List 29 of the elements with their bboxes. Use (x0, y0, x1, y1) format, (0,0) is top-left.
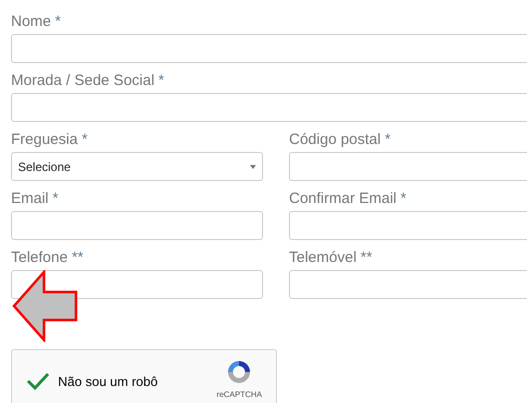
required-mark: * (52, 190, 58, 207)
input-field[interactable] (289, 270, 527, 299)
field-label: Código postal (289, 131, 381, 148)
field-label: Telefone (11, 249, 68, 266)
field-label: Confirmar Email (289, 190, 397, 207)
required-mark: ** (72, 249, 84, 266)
checkbox-label: Não sou um robô (58, 374, 158, 388)
required-mark: ** (360, 249, 372, 266)
input-field[interactable] (11, 211, 263, 240)
required-mark: * (82, 131, 88, 148)
required-mark: * (400, 190, 406, 207)
input-field[interactable] (11, 270, 263, 299)
input-field[interactable] (289, 152, 527, 181)
brand-label: reCAPTCHA (216, 390, 262, 399)
required-mark: * (158, 72, 164, 89)
field-label: Nome (11, 13, 52, 30)
input-field[interactable] (289, 211, 527, 240)
field-label: Email (11, 190, 49, 207)
required-mark: * (384, 131, 391, 148)
field-label: Freguesia (11, 131, 78, 148)
select-field[interactable]: Selecione (11, 152, 263, 181)
checkmark-icon[interactable] (26, 372, 50, 390)
required-mark: * (55, 13, 61, 30)
caret-icon (250, 164, 256, 168)
field-label: Telemóvel (289, 249, 357, 266)
arrow-annotation (12, 270, 78, 342)
field-label: Morada / Sede Social (11, 72, 154, 89)
input-field[interactable] (11, 93, 527, 122)
input-field[interactable] (11, 34, 527, 63)
